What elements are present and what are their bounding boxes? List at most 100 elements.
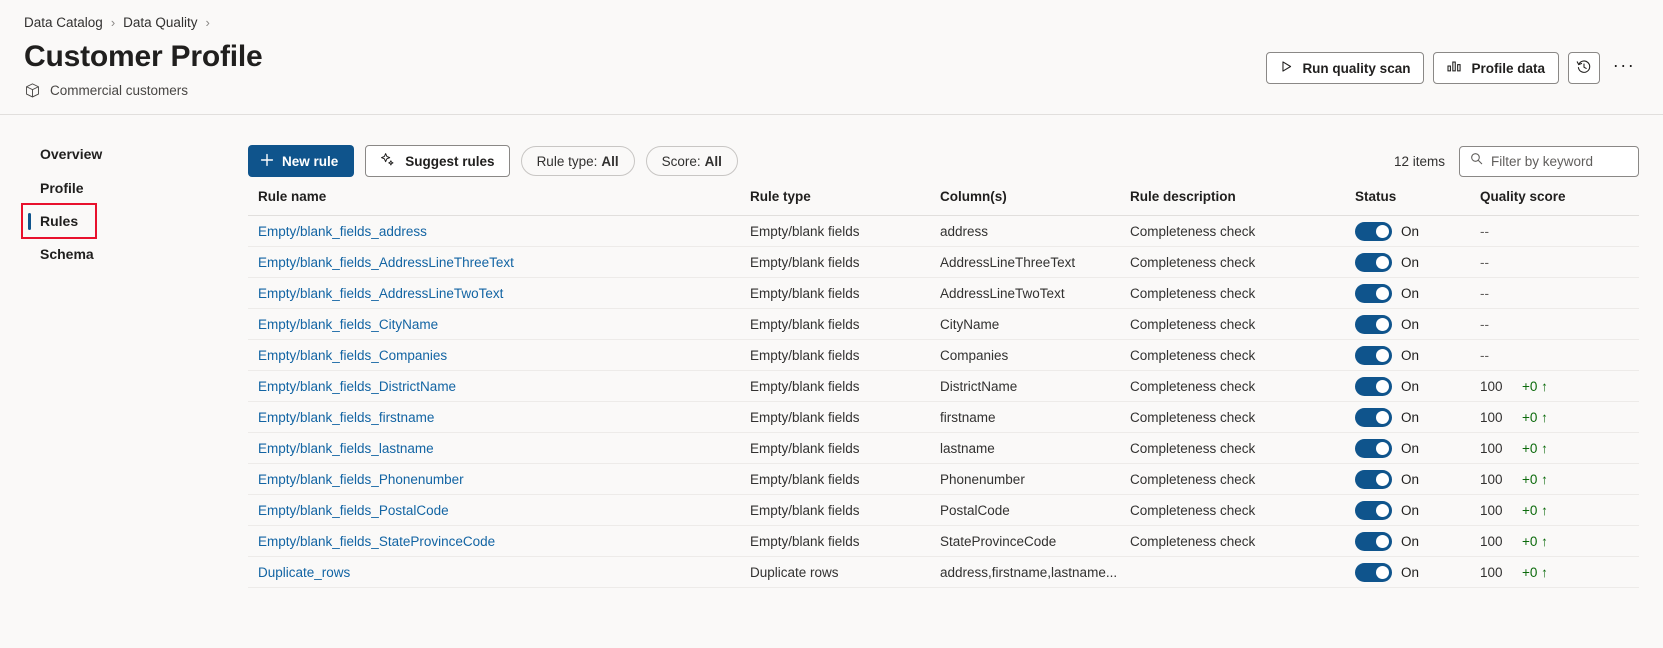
status-toggle[interactable] (1355, 407, 1392, 427)
filter-score[interactable]: Score: All (645, 146, 738, 176)
table-row[interactable]: Empty/blank_fields_DistrictName Empty/bla… (248, 370, 1639, 402)
status-toggle[interactable] (1355, 221, 1392, 241)
cell-rule-type: Empty/blank fields (750, 432, 940, 464)
sidebar-item-profile[interactable]: Profile (0, 171, 248, 205)
rule-name-link[interactable]: Empty/blank_fields_address (258, 224, 427, 239)
table-row[interactable]: Empty/blank_fields_lastname Empty/blank f… (248, 432, 1639, 464)
table-row[interactable]: Duplicate_rows Duplicate rows address,firs… (248, 556, 1639, 588)
body-wrap: Overview Profile Rules Schema New rule S… (0, 115, 1663, 640)
table-header-row: Rule name Rule type Column(s) Rule descr… (248, 189, 1639, 216)
rule-name-link[interactable]: Empty/blank_fields_AddressLineTwoText (258, 286, 503, 301)
status-label: On (1401, 533, 1420, 549)
cell-rule-type: Duplicate rows (750, 556, 940, 588)
score-cell: 100 +0 ↑ (1480, 472, 1639, 487)
cell-rule-description: Completeness check (1130, 463, 1355, 495)
rule-name-link[interactable]: Empty/blank_fields_Phonenumber (258, 472, 464, 487)
page-header: Customer Profile Commercial customers Ru… (0, 32, 1663, 114)
status-toggle[interactable] (1355, 345, 1392, 365)
rules-table-head: Rule name Rule type Column(s) Rule descr… (248, 189, 1639, 216)
item-count: 12 items (1393, 153, 1445, 169)
column-header-quality-score[interactable]: Quality score (1480, 189, 1639, 216)
column-header-columns[interactable]: Column(s) (940, 189, 1130, 216)
sidebar-item-rules[interactable]: Rules (21, 203, 97, 239)
rule-name-link[interactable]: Empty/blank_fields_CityName (258, 317, 438, 332)
table-row[interactable]: Empty/blank_fields_StateProvinceCode Empt… (248, 525, 1639, 557)
page-subtitle-row: Commercial customers (24, 82, 1639, 99)
cell-columns: StateProvinceCode (940, 525, 1130, 557)
quality-score-delta: +0 ↑ (1522, 533, 1548, 549)
status-cell: On (1355, 376, 1480, 396)
toggle-knob (1376, 472, 1389, 486)
rule-name-link[interactable]: Duplicate_rows (258, 565, 350, 580)
cell-rule-type: Empty/blank fields (750, 401, 940, 433)
status-toggle[interactable] (1355, 376, 1392, 396)
plus-icon (260, 153, 274, 170)
rule-name-link[interactable]: Empty/blank_fields_lastname (258, 441, 434, 456)
header-actions: Run quality scan Profile data ··· (1266, 52, 1639, 84)
status-toggle[interactable] (1355, 500, 1392, 520)
cell-rule-type: Empty/blank fields (750, 277, 940, 309)
status-toggle[interactable] (1355, 252, 1392, 272)
column-header-rule-name[interactable]: Rule name (248, 189, 750, 216)
status-toggle[interactable] (1355, 314, 1392, 334)
suggest-rules-button[interactable]: Suggest rules (365, 145, 510, 177)
filter-rule-type[interactable]: Rule type: All (520, 146, 635, 176)
run-quality-scan-button[interactable]: Run quality scan (1266, 52, 1425, 84)
status-toggle[interactable] (1355, 562, 1392, 582)
status-cell: On (1355, 283, 1480, 303)
rule-name-link[interactable]: Empty/blank_fields_StateProvinceCode (258, 534, 495, 549)
cell-status: On (1355, 463, 1480, 495)
history-button[interactable] (1568, 52, 1600, 84)
cell-rule-type: Empty/blank fields (750, 494, 940, 526)
status-toggle[interactable] (1355, 469, 1392, 489)
status-toggle[interactable] (1355, 531, 1392, 551)
cell-rule-description: Completeness check (1130, 525, 1355, 557)
cell-quality-score: -- (1480, 277, 1639, 309)
profile-data-button[interactable]: Profile data (1433, 52, 1559, 84)
status-label: On (1401, 347, 1420, 363)
status-cell: On (1355, 345, 1480, 365)
cell-quality-score: 100 +0 ↑ (1480, 494, 1639, 526)
new-rule-button[interactable]: New rule (248, 145, 355, 177)
rule-name-link[interactable]: Empty/blank_fields_firstname (258, 410, 434, 425)
rule-name-link[interactable]: Empty/blank_fields_DistrictName (258, 379, 456, 394)
quality-score-value: -- (1480, 223, 1489, 239)
status-label: On (1401, 471, 1420, 487)
table-row[interactable]: Empty/blank_fields_firstname Empty/blank … (248, 401, 1639, 433)
sidebar-item-overview[interactable]: Overview (0, 137, 248, 171)
table-row[interactable]: Empty/blank_fields_address Empty/blank fi… (248, 215, 1639, 247)
table-row[interactable]: Empty/blank_fields_Companies Empty/blank … (248, 339, 1639, 371)
cell-quality-score: -- (1480, 215, 1639, 247)
breadcrumb-item-data-catalog[interactable]: Data Catalog (24, 15, 103, 30)
page-subtitle: Commercial customers (50, 83, 189, 98)
status-toggle[interactable] (1355, 438, 1392, 458)
table-row[interactable]: Empty/blank_fields_PostalCode Empty/blank… (248, 494, 1639, 526)
sparkle-icon (380, 152, 395, 170)
sidebar-item-schema[interactable]: Schema (0, 237, 248, 271)
cell-quality-score: 100 +0 ↑ (1480, 370, 1639, 402)
toggle-knob (1376, 410, 1389, 424)
rule-name-link[interactable]: Empty/blank_fields_PostalCode (258, 503, 449, 518)
table-row[interactable]: Empty/blank_fields_Phonenumber Empty/blan… (248, 463, 1639, 495)
main-content: New rule Suggest rules Rule type: All Sc… (248, 115, 1663, 640)
column-header-rule-type[interactable]: Rule type (750, 189, 940, 216)
search-input[interactable] (1491, 153, 1628, 169)
cell-status: On (1355, 525, 1480, 557)
profile-data-label: Profile data (1471, 60, 1545, 76)
cell-status: On (1355, 494, 1480, 526)
rule-name-link[interactable]: Empty/blank_fields_Companies (258, 348, 447, 363)
column-header-status[interactable]: Status (1355, 189, 1480, 216)
rule-name-link[interactable]: Empty/blank_fields_AddressLineThreeText (258, 255, 514, 270)
cell-rule-name: Empty/blank_fields_StateProvinceCode (248, 525, 750, 557)
cell-columns: Companies (940, 339, 1130, 371)
search-box[interactable] (1459, 145, 1639, 177)
breadcrumb-item-data-quality[interactable]: Data Quality (123, 15, 197, 30)
column-header-rule-description[interactable]: Rule description (1130, 189, 1355, 216)
status-toggle[interactable] (1355, 283, 1392, 303)
status-cell: On (1355, 500, 1480, 520)
more-options-button[interactable]: ··· (1609, 52, 1639, 84)
score-cell: 100 +0 ↑ (1480, 534, 1639, 549)
table-row[interactable]: Empty/blank_fields_AddressLineTwoText Emp… (248, 277, 1639, 309)
table-row[interactable]: Empty/blank_fields_AddressLineThreeText E… (248, 246, 1639, 278)
table-row[interactable]: Empty/blank_fields_CityName Empty/blank f… (248, 308, 1639, 340)
